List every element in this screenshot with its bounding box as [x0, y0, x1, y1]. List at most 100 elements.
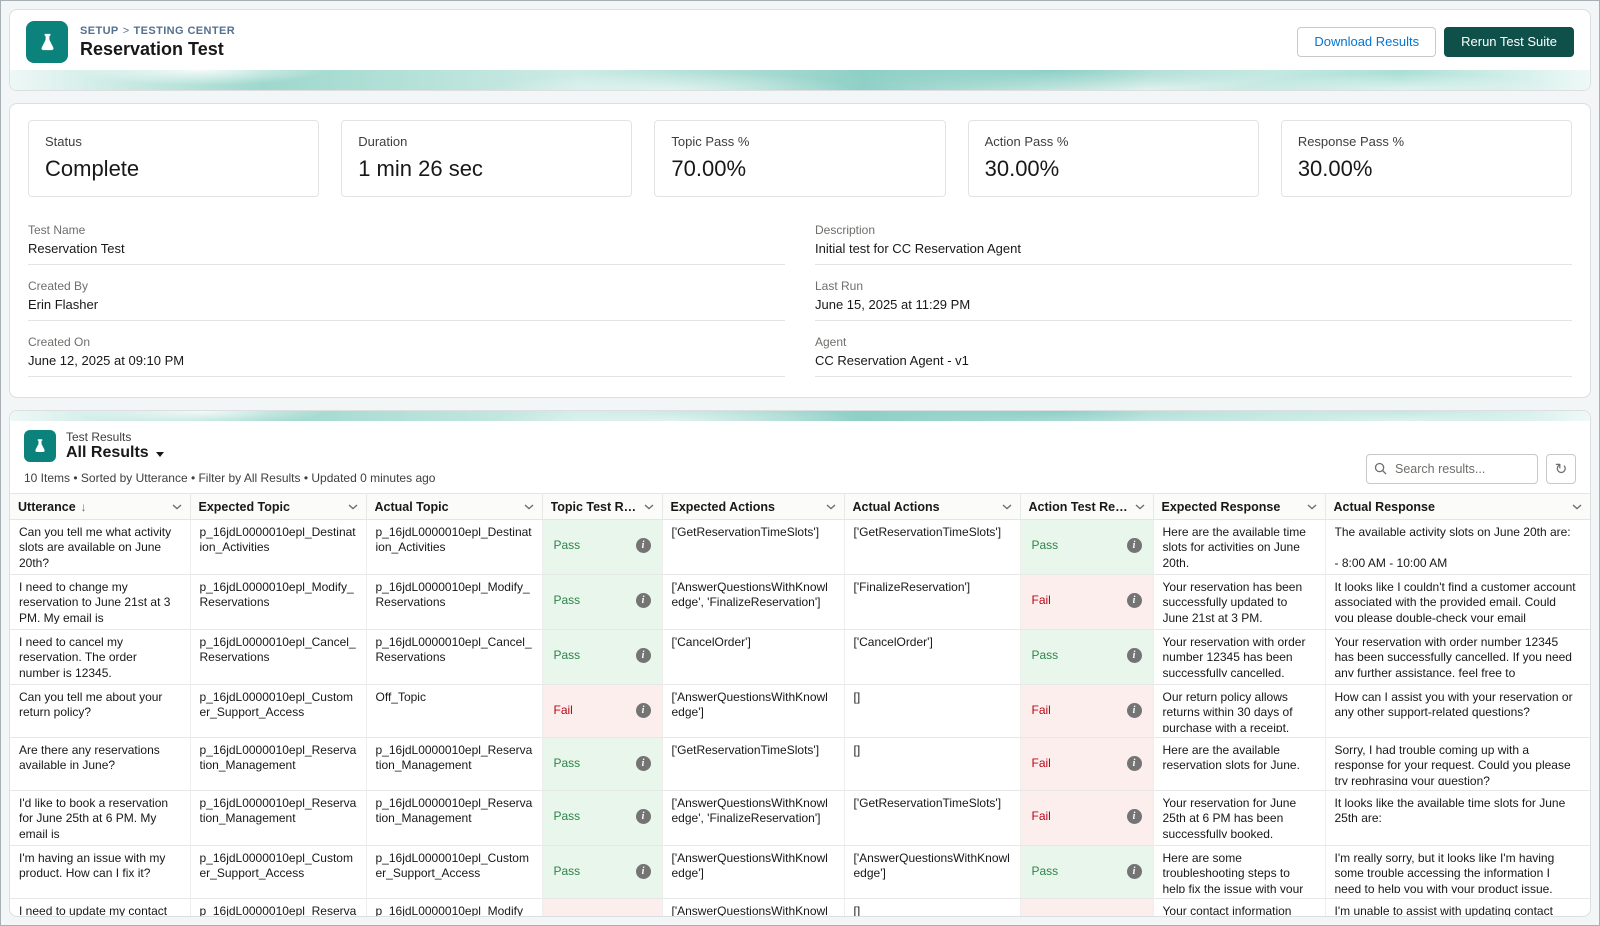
cell-actual-topic: p_16jdL0000010epl_Reservation_Management [366, 737, 543, 791]
field-label: Last Run [815, 279, 864, 293]
chevron-down-icon[interactable] [1002, 503, 1012, 510]
result-value: Pass [1031, 538, 1059, 552]
list-view-selector[interactable]: All Results [66, 444, 164, 462]
info-icon[interactable]: i [1126, 592, 1142, 608]
cell-actual-response[interactable]: It looks like I couldn't find a customer… [1325, 574, 1590, 630]
cell-expected-response[interactable]: Your contact information has been succes… [1153, 898, 1326, 916]
column-header-topic-test-result[interactable]: Topic Test Result [542, 493, 663, 520]
stat-value: 70.00% [671, 156, 747, 181]
column-header-expected-response[interactable]: Expected Response [1153, 493, 1326, 520]
result-value: Fail [1031, 593, 1051, 607]
info-icon[interactable]: i [635, 808, 651, 824]
cell-actual-response[interactable]: How can I assist you with your reservati… [1325, 684, 1590, 738]
column-header-expected-actions[interactable]: Expected Actions [662, 493, 845, 520]
chevron-down-icon[interactable] [524, 503, 534, 510]
info-icon[interactable]: i [635, 702, 651, 718]
column-header-actual-response[interactable]: Actual Response [1325, 493, 1590, 520]
info-icon[interactable]: i [1126, 702, 1142, 718]
cell-actual-response[interactable]: The available activity slots on June 20t… [1325, 519, 1590, 575]
cell-expected-topic: p_16jdL0000010epl_Customer_Support_Acces… [190, 845, 367, 899]
cell-expected-actions: ['AnswerQuestionsWithKnowledge', 'Finali… [662, 574, 845, 630]
cell-action-result: Fail i [1020, 574, 1154, 630]
sort-arrow-down-icon: ↓ [80, 499, 87, 514]
field-label: Created By [28, 279, 89, 293]
cell-expected-actions: ['GetReservationTimeSlots'] [662, 519, 845, 575]
cell-actual-actions: ['FinalizeReservation'] [844, 574, 1021, 630]
column-header-expected-topic[interactable]: Expected Topic [190, 493, 367, 520]
result-value: Pass [1031, 864, 1059, 878]
cell-actual-response[interactable]: Your reservation with order number 12345… [1325, 629, 1590, 685]
field-label: Agent [815, 335, 847, 349]
stat-row: Status Complete Duration 1 min 26 sec To… [28, 120, 1573, 197]
chevron-down-icon[interactable] [1307, 503, 1317, 510]
cell-expected-response[interactable]: Here are the available time slots for ac… [1153, 519, 1326, 575]
cell-expected-response[interactable]: Here are the available reservation slots… [1153, 737, 1326, 791]
results-table-container[interactable]: Utterance ↓ Expected Topic Actual Topic Topi… [10, 493, 1590, 916]
cell-expected-response[interactable]: Your reservation has been successfully u… [1153, 574, 1326, 630]
refresh-button[interactable]: ↻ [1546, 454, 1576, 484]
cell-utterance: Can you tell me what activity slots are … [10, 519, 191, 575]
search-input[interactable] [1366, 454, 1538, 484]
stat-response-pass: Response Pass % 30.00% [1280, 120, 1573, 197]
info-icon[interactable]: i [1126, 808, 1142, 824]
chevron-down-icon[interactable] [348, 503, 358, 510]
info-icon[interactable]: i [635, 537, 651, 553]
field-label: Test Name [28, 223, 86, 237]
column-header-actual-actions[interactable]: Actual Actions [844, 493, 1021, 520]
cell-expected-response[interactable]: Here are some troubleshooting steps to h… [1153, 845, 1326, 899]
rerun-test-suite-button[interactable]: Rerun Test Suite [1444, 26, 1574, 58]
cell-expected-topic: p_16jdL0000010epl_Reservation_Management [190, 790, 367, 846]
flask-icon [41, 33, 53, 50]
stat-value: 1 min 26 sec [358, 156, 483, 181]
chevron-down-icon[interactable] [1135, 503, 1145, 510]
breadcrumb-setup-link[interactable]: SETUP [80, 25, 119, 37]
cell-actual-response[interactable]: I'm unable to assist with updating conta… [1325, 898, 1590, 916]
chevron-down-icon[interactable] [826, 503, 836, 510]
breadcrumb-testing-center-link[interactable]: TESTING CENTER [134, 25, 236, 37]
cell-expected-response[interactable]: Your reservation for June 25th at 6 PM h… [1153, 790, 1326, 846]
cell-action-result: Pass i [1020, 845, 1154, 899]
cell-topic-result: Pass i [542, 790, 663, 846]
list-view-label: All Results [66, 444, 149, 461]
cell-actual-response[interactable]: I'm really sorry, but it looks like I'm … [1325, 845, 1590, 899]
cell-utterance: I need to cancel my reservation. The ord… [10, 629, 191, 685]
info-icon[interactable]: i [1126, 647, 1142, 663]
cell-actual-response[interactable]: It looks like the available time slots f… [1325, 790, 1590, 846]
flask-icon [35, 439, 45, 453]
info-icon[interactable]: i [635, 863, 651, 879]
column-header-utterance[interactable]: Utterance ↓ [10, 493, 191, 520]
chevron-down-icon[interactable] [644, 503, 654, 510]
field-value: Erin Flasher [28, 297, 99, 312]
cell-actual-response[interactable]: Sorry, I had trouble coming up with a re… [1325, 737, 1590, 791]
cell-actual-actions: ['AnswerQuestionsWithKnowledge'] [844, 845, 1021, 899]
info-icon[interactable]: i [635, 592, 651, 608]
column-header-action-test-result[interactable]: Action Test Result [1020, 493, 1154, 520]
field-created-on: Created On June 12, 2025 at 09:10 PM [28, 327, 785, 377]
cell-topic-result: Pass i [542, 574, 663, 630]
chevron-down-icon[interactable] [1572, 503, 1582, 510]
cell-expected-response[interactable]: Our return policy allows returns within … [1153, 684, 1326, 738]
download-results-button[interactable]: Download Results [1297, 26, 1437, 58]
cell-topic-result: Pass i [542, 519, 663, 575]
info-icon[interactable]: i [1126, 755, 1142, 771]
results-wave-decoration [10, 411, 1590, 421]
column-header-actual-topic[interactable]: Actual Topic [366, 493, 543, 520]
cell-actual-actions: ['GetReservationTimeSlots'] [844, 519, 1021, 575]
cell-actual-actions: [] [844, 684, 1021, 738]
info-icon[interactable]: i [1126, 537, 1142, 553]
chevron-down-icon[interactable] [172, 503, 182, 510]
cell-expected-response[interactable]: Your reservation with order number 12345… [1153, 629, 1326, 685]
search-box [1366, 454, 1538, 484]
list-summary: 10 Items • Sorted by Utterance • Filter … [24, 471, 436, 485]
testing-center-page: SETUP > TESTING CENTER Reservation Test Do… [0, 0, 1600, 926]
cell-expected-topic: p_16jdL0000010epl_Customer_Support_Acces… [190, 684, 367, 738]
info-icon[interactable]: i [635, 647, 651, 663]
info-icon[interactable]: i [1126, 863, 1142, 879]
field-agent: Agent CC Reservation Agent - v1 [815, 327, 1572, 377]
caret-down-icon [155, 451, 164, 457]
table-row: I need to cancel my reservation. The ord… [10, 629, 1590, 685]
breadcrumb: SETUP > TESTING CENTER [80, 25, 235, 37]
result-value: Fail [1031, 756, 1051, 770]
info-icon[interactable]: i [635, 755, 651, 771]
cell-action-result: Pass i [1020, 519, 1154, 575]
